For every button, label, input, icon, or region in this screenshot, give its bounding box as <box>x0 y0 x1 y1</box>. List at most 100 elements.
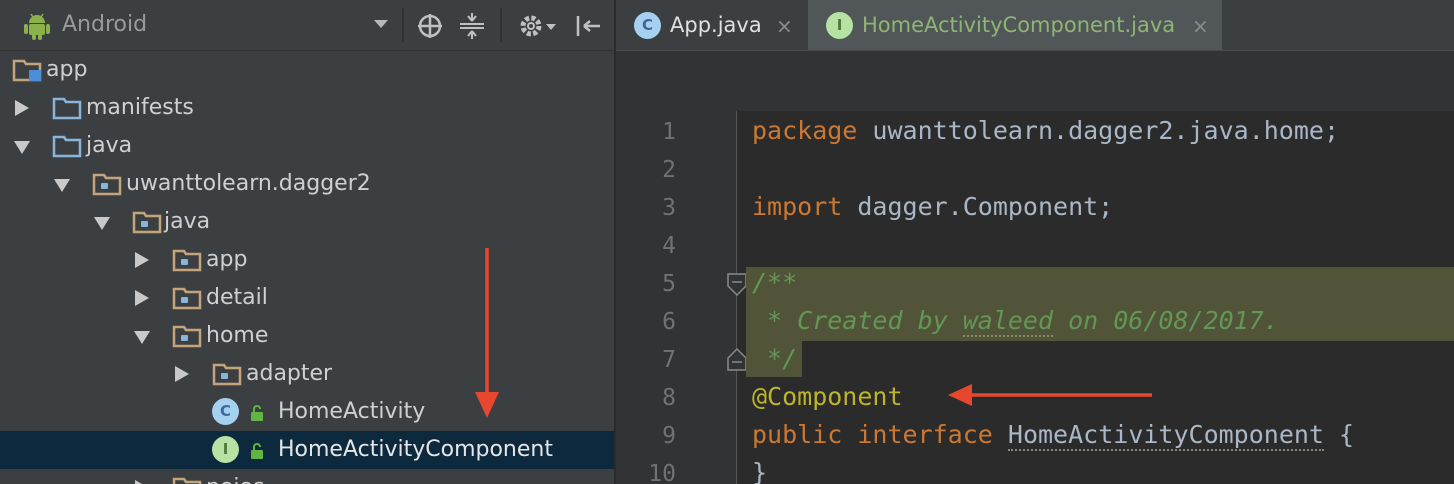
tree-item-label: app <box>206 247 248 272</box>
tab-app-java[interactable]: C App.java × <box>616 0 806 50</box>
tree-item-homeactivitycomponent[interactable]: I HomeActivityComponent <box>0 431 614 469</box>
comment-author: waleed <box>962 306 1054 337</box>
toolbar-divider <box>402 8 404 42</box>
tree-item-app-module[interactable]: app <box>0 51 614 89</box>
tree-item-label: HomeActivity <box>278 399 426 424</box>
class-name: HomeActivityComponent <box>1007 420 1324 451</box>
package-icon <box>92 173 122 196</box>
folder-icon <box>52 97 82 120</box>
package-icon <box>172 287 202 310</box>
package-icon <box>172 249 202 272</box>
android-icon <box>24 13 50 40</box>
tree-item-label: detail <box>206 285 268 310</box>
tree-item-label: java <box>164 209 211 234</box>
chevron-down-icon[interactable] <box>14 141 30 154</box>
settings-icon[interactable] <box>518 12 558 40</box>
code-line-10[interactable]: } <box>752 458 767 484</box>
folder-icon <box>52 135 82 158</box>
tree-item-adapter-package[interactable]: adapter <box>0 355 614 393</box>
close-icon[interactable]: × <box>1192 14 1209 38</box>
chevron-right-icon[interactable] <box>135 290 149 306</box>
editor-panel: C App.java × I HomeActivityComponent.jav… <box>616 0 1454 484</box>
line-number: 8 <box>662 385 676 411</box>
project-toolbar: Android <box>0 0 614 51</box>
chevron-down-icon[interactable] <box>54 179 70 192</box>
class-icon: C <box>634 12 661 39</box>
tree-item-homeactivity[interactable]: C HomeActivity <box>0 393 614 431</box>
chevron-down-icon[interactable] <box>94 217 110 230</box>
package-icon <box>172 325 202 348</box>
interface-icon: I <box>212 436 239 463</box>
line-number: 4 <box>662 233 676 259</box>
tree-item-java-package[interactable]: java <box>0 203 614 241</box>
tree-item-label: pojos <box>206 475 264 484</box>
code-line-6[interactable]: * Created by waleed on 06/08/2017. <box>752 306 1279 337</box>
project-panel: Android app manifests java uwanttolearn.… <box>0 0 614 484</box>
tree-item-detail-package[interactable]: detail <box>0 279 614 317</box>
line-number: 2 <box>662 157 676 183</box>
close-icon[interactable]: × <box>776 14 793 38</box>
code-text: uwanttolearn.dagger2.java.home; <box>857 116 1339 145</box>
code-line-1[interactable]: package uwanttolearn.dagger2.java.home; <box>752 116 1339 145</box>
tree-item-app-package[interactable]: app <box>0 241 614 279</box>
tree-item-label: app <box>46 57 88 82</box>
annotation-arrow-left <box>948 384 1152 406</box>
code-line-9[interactable]: public interface HomeActivityComponent { <box>752 420 1355 451</box>
tree-item-package-root[interactable]: uwanttolearn.dagger2 <box>0 165 614 203</box>
tab-homeactivitycomponent-java[interactable]: I HomeActivityComponent.java × <box>808 0 1222 50</box>
chevron-right-icon[interactable] <box>175 366 189 382</box>
view-selector[interactable]: Android <box>62 12 147 37</box>
code-line-7[interactable]: */ <box>752 344 797 373</box>
chevron-right-icon[interactable] <box>135 252 149 268</box>
code-text: dagger.Component; <box>842 192 1114 221</box>
line-number: 6 <box>662 309 676 335</box>
line-number: 7 <box>662 347 676 373</box>
fold-end-icon[interactable] <box>726 346 748 372</box>
module-folder-icon <box>12 59 42 82</box>
interface-icon: I <box>826 12 853 39</box>
hide-panel-icon[interactable] <box>574 12 602 40</box>
chevron-right-icon[interactable] <box>15 100 29 116</box>
tree-item-manifests[interactable]: manifests <box>0 89 614 127</box>
code-line-8[interactable]: @Component <box>752 382 903 411</box>
code-text: { <box>1323 420 1355 449</box>
code-line-3[interactable]: import dagger.Component; <box>752 192 1113 221</box>
tree-item-pojos-package[interactable]: pojos <box>0 469 614 484</box>
lock-open-icon <box>251 443 263 459</box>
tree-item-label: uwanttolearn.dagger2 <box>126 171 371 196</box>
line-number: 10 <box>648 461 676 484</box>
lock-open-icon <box>251 405 263 421</box>
code-line-5[interactable]: /** <box>752 268 797 297</box>
keyword: import <box>752 192 843 221</box>
line-number: 9 <box>662 423 676 449</box>
line-number: 5 <box>662 271 676 297</box>
tree-item-home-package[interactable]: home <box>0 317 614 355</box>
tree-item-label: manifests <box>86 95 194 120</box>
collapse-all-icon[interactable] <box>458 12 486 40</box>
fold-collapse-icon[interactable] <box>726 272 748 298</box>
chevron-down-icon[interactable] <box>134 331 150 344</box>
line-number: 1 <box>662 119 676 145</box>
comment-text: on 06/08/2017. <box>1053 306 1279 335</box>
editor-tabs: C App.java × I HomeActivityComponent.jav… <box>616 0 1454 50</box>
package-icon <box>212 363 242 386</box>
tree-item-label: HomeActivityComponent <box>278 437 553 462</box>
class-icon: C <box>212 398 239 425</box>
tree-item-label: java <box>86 133 133 158</box>
editor-header-strip <box>616 50 1454 111</box>
keyword: interface <box>857 420 993 449</box>
package-icon <box>132 211 162 234</box>
line-number: 3 <box>662 195 676 221</box>
tab-label: HomeActivityComponent.java <box>862 13 1176 37</box>
chevron-right-icon[interactable] <box>135 480 149 484</box>
scroll-from-source-icon[interactable] <box>416 12 444 40</box>
tab-label: App.java <box>670 13 762 37</box>
keyword: public <box>752 420 843 449</box>
tree-item-label: home <box>206 323 269 348</box>
comment-text: * Created by <box>752 306 963 335</box>
tree-item-java-root[interactable]: java <box>0 127 614 165</box>
keyword: package <box>752 116 858 145</box>
tree-item-label: adapter <box>246 361 333 386</box>
toolbar-divider <box>500 8 502 42</box>
chevron-down-icon[interactable] <box>374 20 388 28</box>
